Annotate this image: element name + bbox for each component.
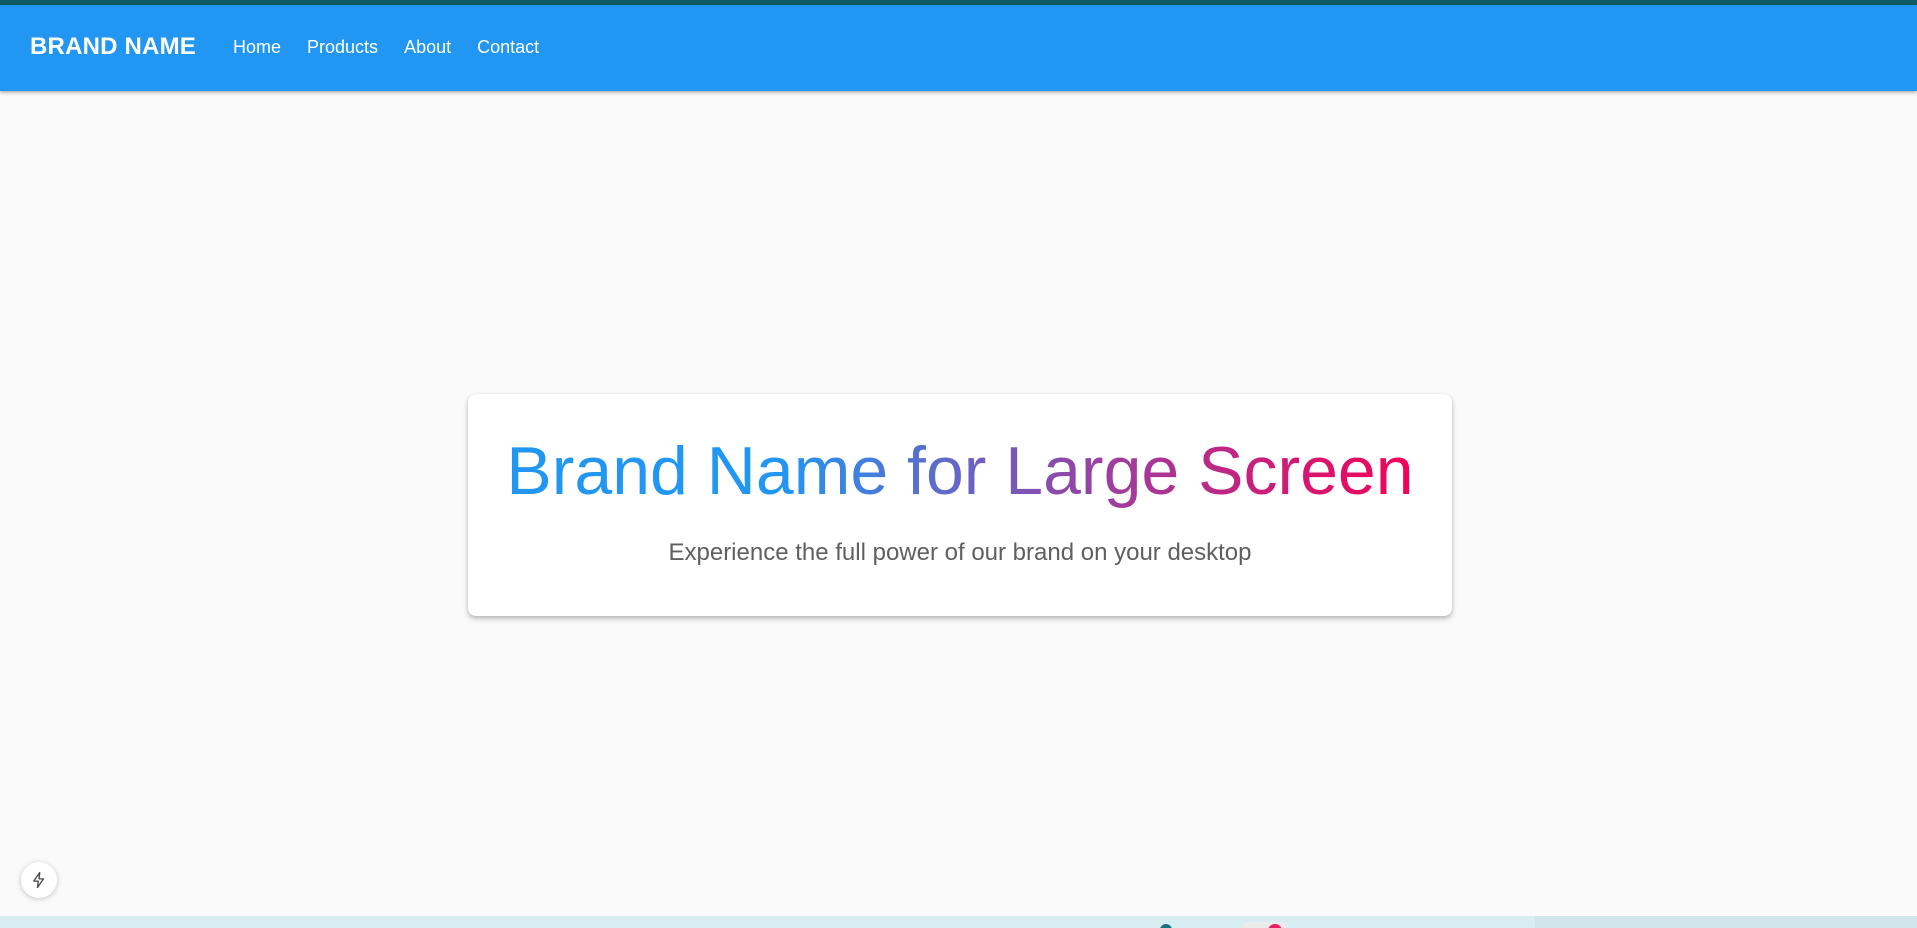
app-bar: BRAND NAME Home Products About Contact — [0, 5, 1917, 91]
nav-link-products[interactable]: Products — [294, 31, 391, 64]
nav-link-contact[interactable]: Contact — [464, 31, 552, 64]
floating-action-button[interactable] — [21, 862, 57, 898]
brand-logo-text[interactable]: BRAND NAME — [30, 33, 196, 61]
taskbar-area — [0, 916, 1535, 928]
main-nav: Home Products About Contact — [220, 32, 552, 65]
hero-title: Brand Name for Large Screen — [506, 433, 1414, 509]
nav-link-about[interactable]: About — [391, 31, 464, 64]
hero-card: Brand Name for Large Screen Experience t… — [468, 394, 1452, 616]
hero-title-container: Brand Name for Large Screen — [468, 432, 1452, 510]
main-content: Brand Name for Large Screen Experience t… — [0, 91, 1917, 916]
bottom-taskbar-strip — [0, 916, 1917, 928]
hero-subtitle: Experience the full power of our brand o… — [668, 539, 1252, 566]
nav-link-home[interactable]: Home — [220, 31, 294, 64]
lightning-bolt-icon — [33, 871, 45, 889]
